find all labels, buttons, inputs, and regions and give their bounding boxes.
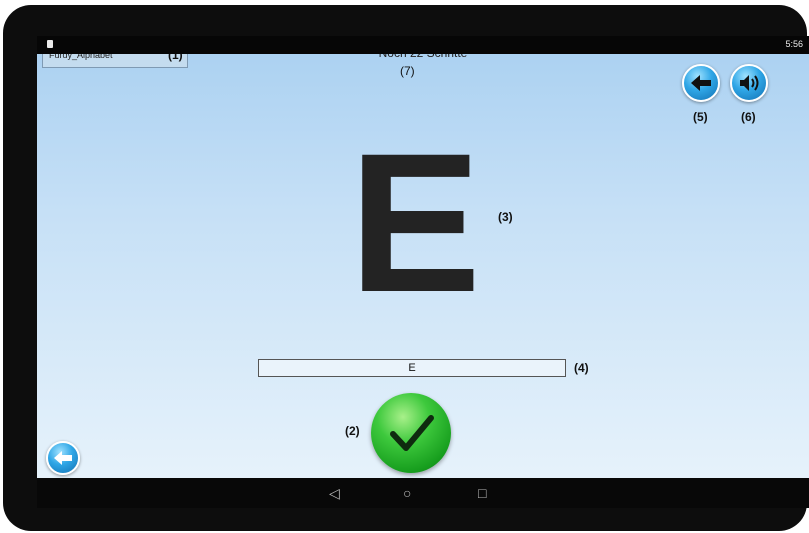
annotation-3: (3) (498, 210, 513, 224)
nav-back-button[interactable]: ◁ (329, 484, 340, 502)
annotation-7: (7) (400, 64, 415, 78)
nav-home-button[interactable]: ○ (403, 484, 411, 502)
annotation-4: (4) (574, 361, 589, 375)
displayed-letter: E (349, 112, 482, 333)
annotation-2: (2) (345, 424, 360, 438)
sound-button[interactable] (730, 64, 768, 102)
annotation-5: (5) (693, 110, 708, 124)
status-time: 5:56 (785, 39, 803, 49)
exit-button[interactable] (46, 441, 80, 475)
app-screen: Furdy_Alphabet (1) Noch 22 Schritte (7) … (37, 36, 809, 478)
android-nav-bar: ◁ ○ □ (37, 478, 809, 508)
confirm-button[interactable] (371, 393, 451, 473)
arrow-left-icon (691, 75, 711, 91)
annotation-6: (6) (741, 110, 756, 124)
arrow-left-circle-icon (54, 451, 72, 465)
speaker-icon (740, 75, 759, 91)
nav-recents-button[interactable]: □ (478, 484, 486, 502)
checkmark-icon (390, 415, 434, 451)
status-bar: 5:56 (37, 36, 809, 54)
answer-field[interactable]: E (258, 359, 566, 377)
back-button[interactable] (682, 64, 720, 102)
sim-icon (47, 40, 53, 48)
